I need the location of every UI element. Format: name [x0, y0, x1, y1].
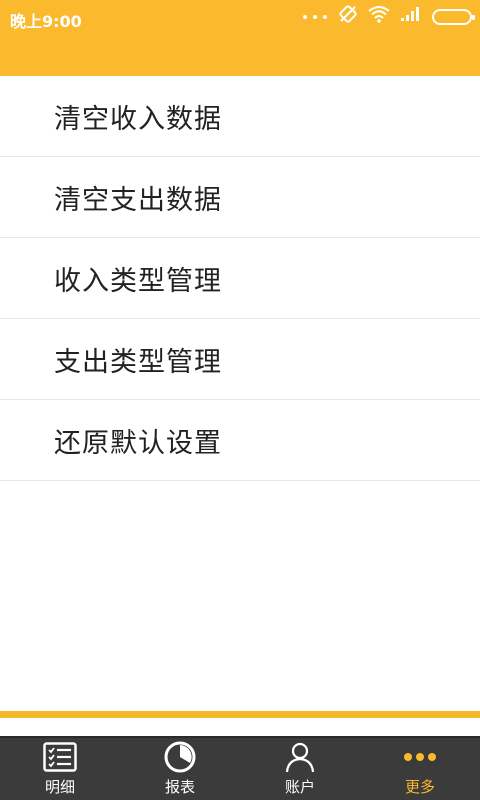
status-bar: 晚上9:00 — [0, 0, 480, 34]
tab-reports[interactable]: 报表 — [120, 736, 240, 800]
app-header — [0, 34, 480, 76]
tab-details[interactable]: 明细 — [0, 736, 120, 800]
dots-indicator-icon — [302, 6, 328, 28]
battery-icon — [432, 9, 475, 25]
more-dots-icon — [403, 740, 437, 774]
tab-more[interactable]: 更多 — [360, 736, 480, 800]
status-icons — [302, 4, 475, 31]
menu-item-clear-expense[interactable]: 清空支出数据 — [0, 157, 480, 238]
accent-divider — [0, 711, 480, 718]
menu-item-label: 支出类型管理 — [54, 346, 222, 378]
user-icon — [284, 740, 316, 774]
menu-item-label: 还原默认设置 — [54, 427, 222, 459]
menu-item-label: 清空收入数据 — [54, 103, 222, 135]
pie-chart-icon — [164, 740, 196, 774]
wifi-icon — [368, 5, 390, 30]
menu-item-label: 收入类型管理 — [54, 265, 222, 297]
tab-label: 明细 — [44, 778, 75, 796]
menu-item-income-types[interactable]: 收入类型管理 — [0, 238, 480, 319]
settings-menu: 清空收入数据 清空支出数据 收入类型管理 支出类型管理 还原默认设置 — [0, 76, 480, 481]
menu-item-label: 清空支出数据 — [54, 184, 222, 216]
menu-item-expense-types[interactable]: 支出类型管理 — [0, 319, 480, 400]
status-time: 晚上9:00 — [10, 12, 82, 31]
bottom-tabbar: 明细 报表 账户 更多 — [0, 736, 480, 800]
signal-icon — [400, 6, 422, 29]
rotation-lock-icon — [338, 4, 358, 31]
tab-account[interactable]: 账户 — [240, 736, 360, 800]
menu-item-clear-income[interactable]: 清空收入数据 — [0, 76, 480, 157]
tab-label: 账户 — [284, 778, 315, 796]
list-icon — [43, 740, 77, 774]
tab-label: 报表 — [164, 778, 195, 796]
tab-label: 更多 — [404, 778, 435, 796]
menu-item-restore-defaults[interactable]: 还原默认设置 — [0, 400, 480, 481]
